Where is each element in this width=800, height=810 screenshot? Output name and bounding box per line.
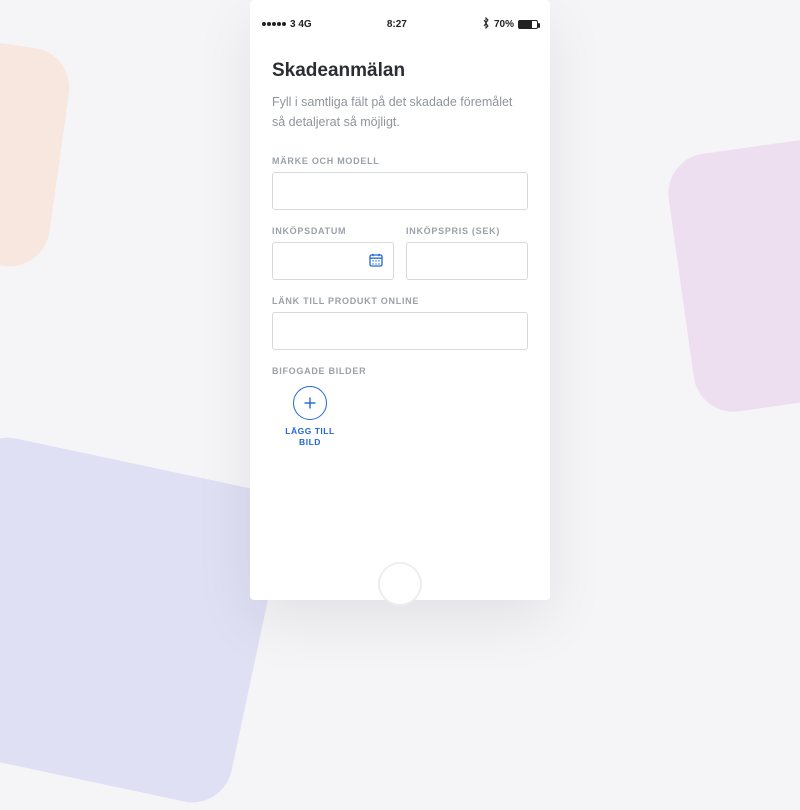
- field-product-link: LÄNK TILL PRODUKT ONLINE: [272, 296, 528, 350]
- field-brand-model: MÄRKE OCH MODELL: [272, 156, 528, 210]
- status-bar: 3 4G 8:27 70%: [256, 14, 544, 34]
- home-button[interactable]: [378, 562, 422, 606]
- page-subtitle: Fyll i samtliga fält på det skadade före…: [272, 92, 528, 132]
- label-purchase-price: INKÖPSPRIS (SEK): [406, 226, 528, 236]
- status-left: 3 4G: [262, 19, 312, 30]
- background-shape: [0, 29, 74, 272]
- battery-pct: 70%: [494, 19, 514, 30]
- background-shape: [0, 430, 290, 810]
- input-brand-model[interactable]: [272, 172, 528, 210]
- form-content: Skadeanmälan Fyll i samtliga fält på det…: [256, 34, 544, 473]
- clock: 8:27: [387, 19, 407, 30]
- input-purchase-price[interactable]: [406, 242, 528, 280]
- label-product-link: LÄNK TILL PRODUKT ONLINE: [272, 296, 528, 306]
- status-right: 70%: [482, 17, 538, 32]
- page-title: Skadeanmälan: [272, 60, 528, 82]
- input-product-link[interactable]: [272, 312, 528, 350]
- field-purchase-date: INKÖPSDATUM: [272, 226, 394, 280]
- background-shape: [663, 123, 800, 417]
- label-brand-model: MÄRKE OCH MODELL: [272, 156, 528, 166]
- phone-frame: 3 4G 8:27 70% Skadeanmälan Fyll i samtli…: [250, 0, 550, 600]
- phone-screen: 3 4G 8:27 70% Skadeanmälan Fyll i samtli…: [256, 14, 544, 584]
- bluetooth-icon: [482, 17, 490, 32]
- label-purchase-date: INKÖPSDATUM: [272, 226, 394, 236]
- field-purchase-price: INKÖPSPRIS (SEK): [406, 226, 528, 280]
- input-purchase-date[interactable]: [272, 242, 394, 280]
- battery-icon: [518, 20, 538, 29]
- field-attached-images: BIFOGADE BILDER LÄGG TILLBILD: [272, 366, 528, 447]
- plus-icon: [293, 386, 327, 420]
- signal-icon: [262, 22, 286, 26]
- carrier-label: 3 4G: [290, 19, 312, 30]
- add-image-button[interactable]: LÄGG TILLBILD: [272, 386, 348, 447]
- add-image-label: LÄGG TILLBILD: [285, 426, 334, 447]
- label-attached-images: BIFOGADE BILDER: [272, 366, 528, 376]
